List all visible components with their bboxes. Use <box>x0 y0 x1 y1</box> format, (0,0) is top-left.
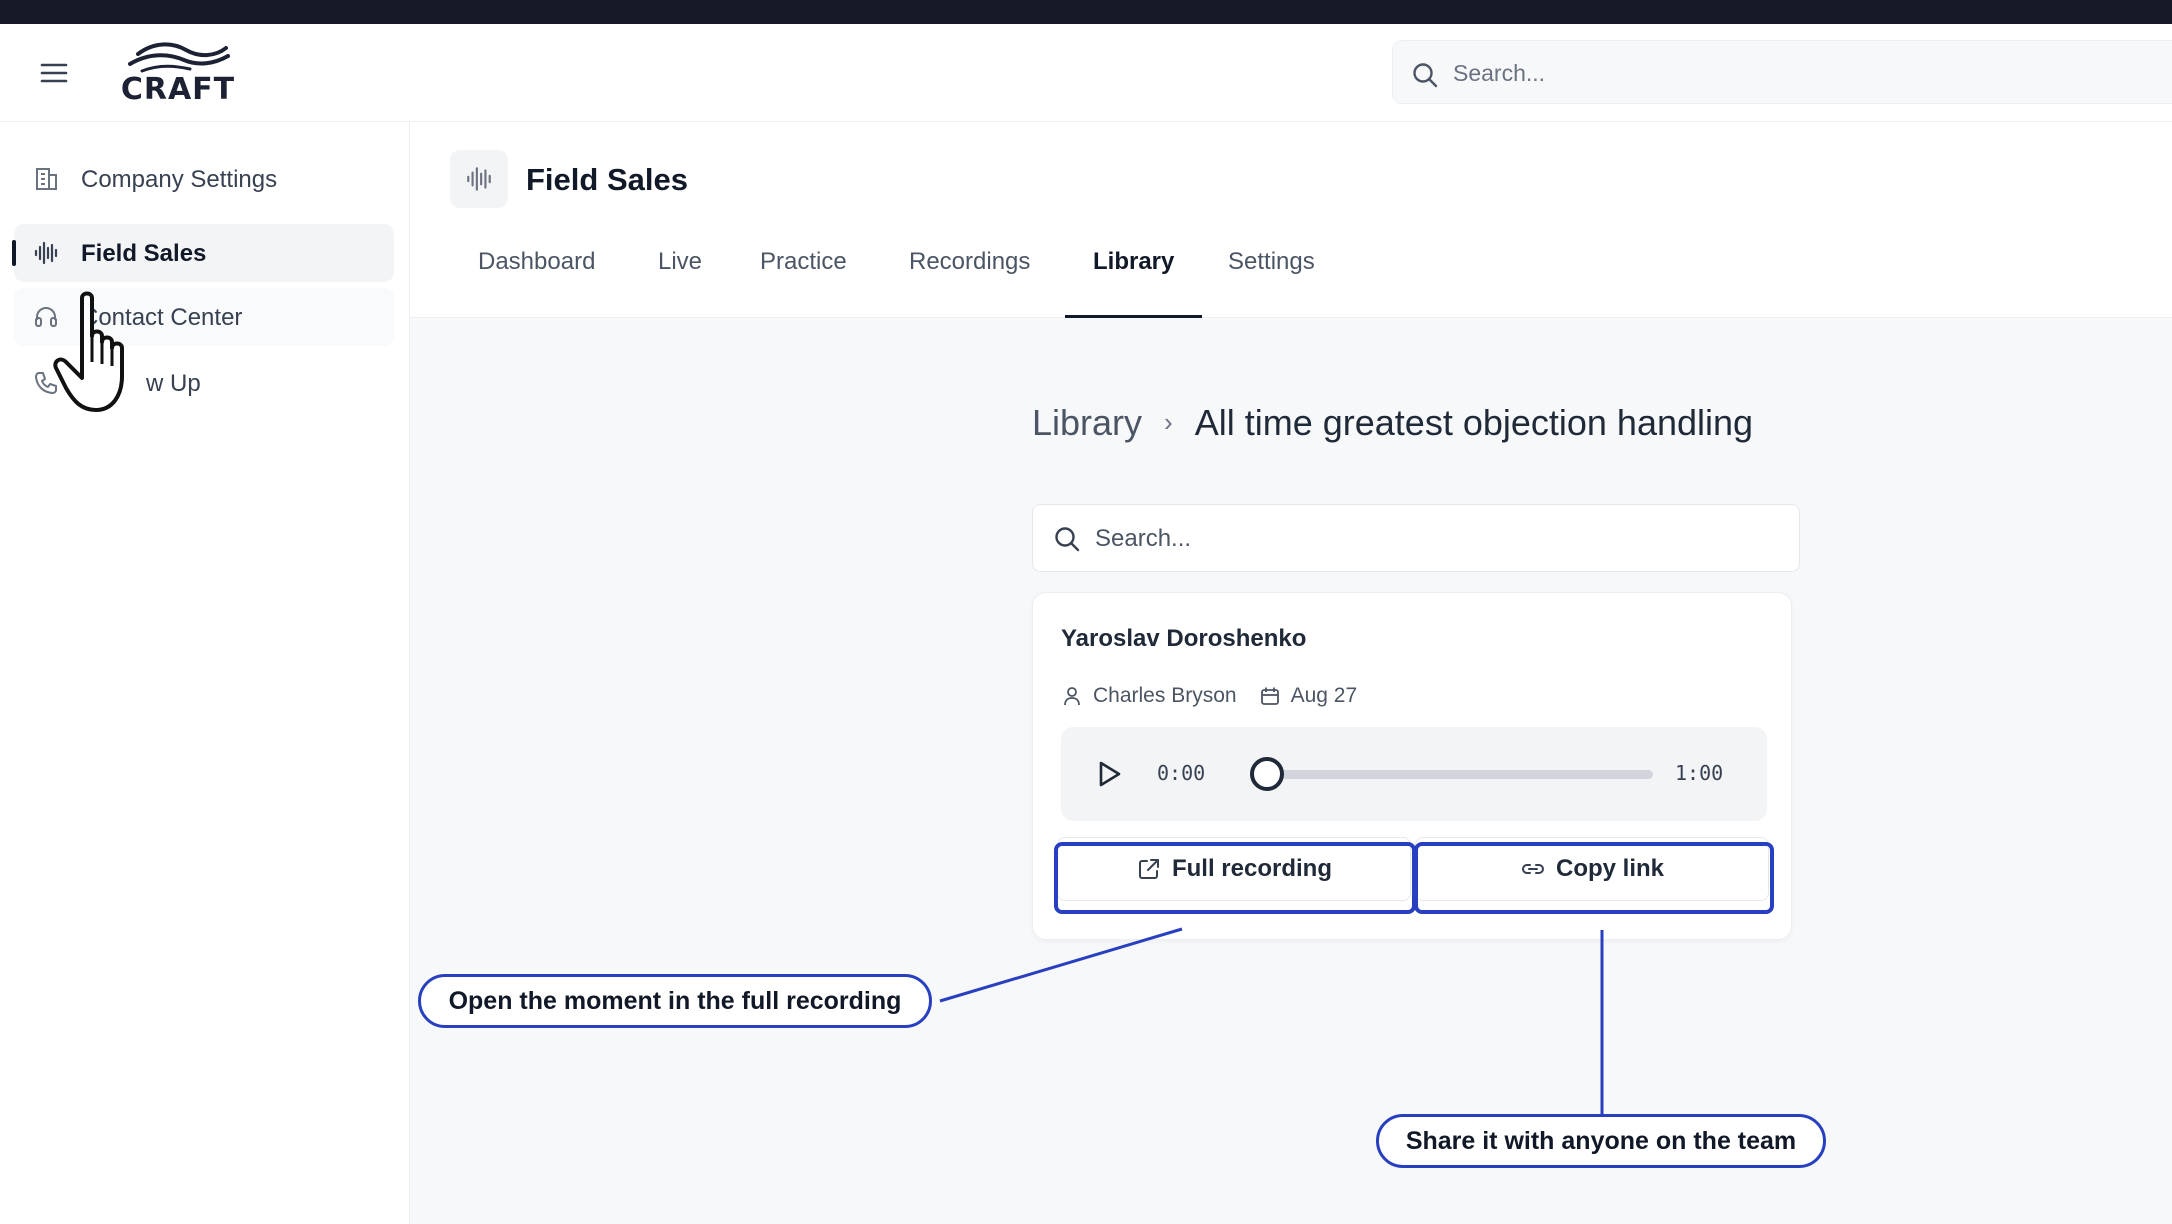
tab-live[interactable]: Live <box>658 248 702 318</box>
search-icon <box>1411 61 1439 89</box>
end-time: 1:00 <box>1675 761 1724 785</box>
current-time: 0:00 <box>1157 761 1206 785</box>
global-search-input[interactable] <box>1453 53 2153 93</box>
tab-practice[interactable]: Practice <box>760 248 847 318</box>
tab-settings[interactable]: Settings <box>1228 248 1315 318</box>
phone-icon <box>32 369 60 397</box>
app-window: CRAFT Company Settings Field Sales <box>0 24 2172 1224</box>
full-recording-button[interactable]: Full recording <box>1057 837 1411 901</box>
sidebar-item-label: Contact Center <box>81 304 243 331</box>
logo-wordmark: CRAFT <box>120 72 236 107</box>
sidebar-item-label: Company Settings <box>81 166 278 193</box>
tab-recordings[interactable]: Recordings <box>909 248 1030 318</box>
library-moment-card: Yaroslav Doroshenko Charles Bryson Aug 2… <box>1032 592 1792 940</box>
page-icon <box>450 150 508 208</box>
card-title: Yaroslav Doroshenko <box>1061 625 1307 652</box>
card-meta: Charles Bryson Aug 27 <box>1061 681 1357 711</box>
library-search[interactable] <box>1032 504 1800 572</box>
menu-icon[interactable] <box>38 57 70 89</box>
waveform-icon <box>32 239 60 267</box>
callout-full-recording: Open the moment in the full recording <box>418 974 932 1028</box>
external-link-icon <box>1136 856 1162 882</box>
seek-bar[interactable] <box>1250 757 1653 791</box>
sidebar-item-label: Field Sales <box>81 240 207 267</box>
copy-link-button[interactable]: Copy link <box>1415 837 1769 901</box>
headset-icon <box>32 303 60 331</box>
breadcrumb-separator: › <box>1164 407 1173 437</box>
global-search[interactable] <box>1392 40 2172 104</box>
sidebar-item-company-settings[interactable]: Company Settings <box>14 150 394 208</box>
sidebar-item-contact-center[interactable]: Contact Center <box>14 288 394 346</box>
user-icon <box>1061 685 1083 707</box>
copy-link-label: Copy link <box>1555 855 1664 882</box>
link-icon <box>1520 856 1546 882</box>
audio-player: 0:00 1:00 <box>1061 727 1767 821</box>
sidebar-item-label: w Up <box>146 370 201 397</box>
breadcrumb-current: All time greatest objection handling <box>1194 402 1754 443</box>
craft-logo[interactable]: CRAFT <box>120 38 236 108</box>
waveform-icon <box>467 167 491 191</box>
breadcrumb-library-link[interactable]: Library <box>1032 402 1142 443</box>
screen-top-bezel <box>0 0 2172 24</box>
tab-library[interactable]: Library <box>1064 248 1203 318</box>
sidebar-item-follow-up[interactable]: w Up <box>14 354 394 412</box>
tab-dashboard[interactable]: Dashboard <box>478 248 595 318</box>
sidebar-item-field-sales[interactable]: Field Sales <box>12 224 394 282</box>
page-title: Field Sales <box>526 162 688 197</box>
sidebar: Company Settings Field Sales Contact Cen… <box>0 122 410 1224</box>
card-person: Charles Bryson <box>1093 684 1237 707</box>
main-content: Field Sales Dashboard Live Practice Reco… <box>410 122 2172 1224</box>
play-icon[interactable] <box>1095 759 1123 789</box>
library-search-input[interactable] <box>1095 519 1775 559</box>
seek-handle[interactable] <box>1250 757 1285 791</box>
breadcrumb: Library › All time greatest objection hand… <box>1032 402 1753 444</box>
full-recording-label: Full recording <box>1171 855 1332 882</box>
card-date: Aug 27 <box>1290 684 1358 707</box>
top-header: CRAFT <box>0 24 2172 122</box>
wave-logo-icon <box>128 42 230 73</box>
building-icon <box>32 165 60 193</box>
calendar-icon <box>1259 685 1281 707</box>
callout-copy-link: Share it with anyone on the team <box>1376 1114 1826 1168</box>
search-icon <box>1053 525 1081 553</box>
page-header: Field Sales Dashboard Live Practice Reco… <box>410 122 2172 318</box>
